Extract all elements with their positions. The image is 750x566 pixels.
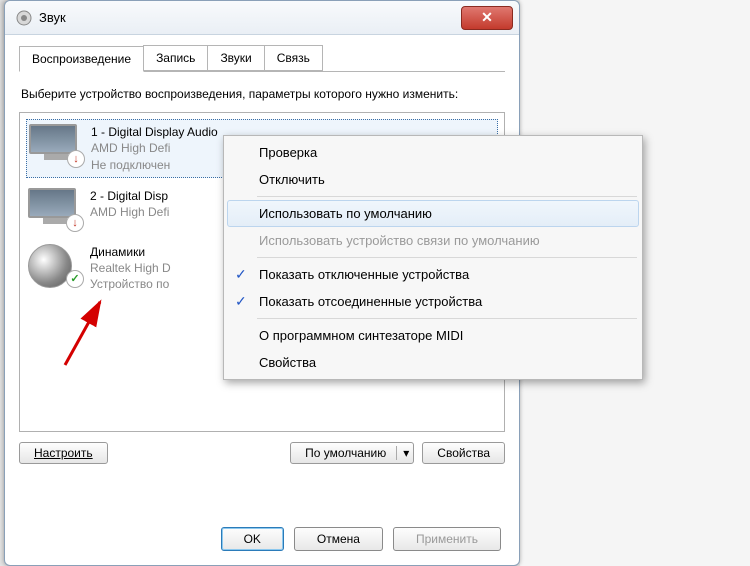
menu-about-midi[interactable]: О программном синтезаторе MIDI (227, 322, 639, 349)
window-title: Звук (39, 10, 461, 25)
menu-separator (257, 196, 637, 197)
speaker-icon (15, 9, 33, 27)
tab-recording[interactable]: Запись (143, 45, 208, 71)
check-icon: ✓ (235, 266, 247, 283)
prompt-text: Выберите устройство воспроизведения, пар… (21, 86, 503, 102)
apply-button[interactable]: Применить (393, 527, 501, 551)
menu-test[interactable]: Проверка (227, 139, 639, 166)
device-sub1: Realtek High D (90, 260, 171, 276)
check-icon: ✓ (66, 270, 84, 288)
device-text: 2 - Digital Disp AMD High Defi (90, 188, 169, 220)
context-menu: Проверка Отключить Использовать по умолч… (223, 135, 643, 380)
menu-properties[interactable]: Свойства (227, 349, 639, 376)
dialog-buttons: OK Отмена Применить (221, 527, 501, 551)
device-sub2: Не подключен (91, 157, 218, 173)
ok-button[interactable]: OK (221, 527, 284, 551)
device-sub1: AMD High Defi (90, 204, 169, 220)
device-name: 2 - Digital Disp (90, 188, 169, 204)
chevron-down-icon: ▾ (396, 446, 409, 460)
menu-set-default[interactable]: Использовать по умолчанию (227, 200, 639, 227)
check-icon: ✓ (235, 293, 247, 310)
menu-show-disconnected[interactable]: ✓ Показать отсоединенные устройства (227, 288, 639, 315)
menu-disable[interactable]: Отключить (227, 166, 639, 193)
lower-buttons: Настроить По умолчанию ▾ Свойства (19, 442, 505, 464)
titlebar: Звук ✕ (5, 1, 519, 35)
arrow-down-icon: ↓ (67, 150, 85, 168)
device-name: 1 - Digital Display Audio (91, 124, 218, 140)
default-label: По умолчанию (305, 446, 386, 460)
close-icon: ✕ (481, 9, 493, 26)
monitor-icon: ↓ (28, 188, 82, 230)
device-sub1: AMD High Defi (91, 140, 218, 156)
configure-button[interactable]: Настроить (19, 442, 108, 464)
device-text: Динамики Realtek High D Устройство по (90, 244, 171, 293)
tab-bar: Воспроизведение Запись Звуки Связь (19, 45, 505, 72)
device-name: Динамики (90, 244, 171, 260)
device-text: 1 - Digital Display Audio AMD High Defi … (91, 124, 218, 173)
monitor-icon: ↓ (29, 124, 83, 166)
menu-label: Показать отключенные устройства (259, 267, 469, 282)
properties-button[interactable]: Свойства (422, 442, 505, 464)
tab-communications[interactable]: Связь (264, 45, 323, 71)
tab-playback[interactable]: Воспроизведение (19, 46, 144, 72)
arrow-down-icon: ↓ (66, 214, 84, 232)
menu-set-default-comm: Использовать устройство связи по умолчан… (227, 227, 639, 254)
menu-separator (257, 318, 637, 319)
speaker-icon: ✓ (28, 244, 82, 286)
menu-show-disabled[interactable]: ✓ Показать отключенные устройства (227, 261, 639, 288)
close-button[interactable]: ✕ (461, 6, 513, 30)
menu-separator (257, 257, 637, 258)
tab-sounds[interactable]: Звуки (207, 45, 264, 71)
device-sub2: Устройство по (90, 276, 171, 292)
cancel-button[interactable]: Отмена (294, 527, 383, 551)
default-button[interactable]: По умолчанию ▾ (290, 442, 414, 464)
menu-label: Показать отсоединенные устройства (259, 294, 482, 309)
